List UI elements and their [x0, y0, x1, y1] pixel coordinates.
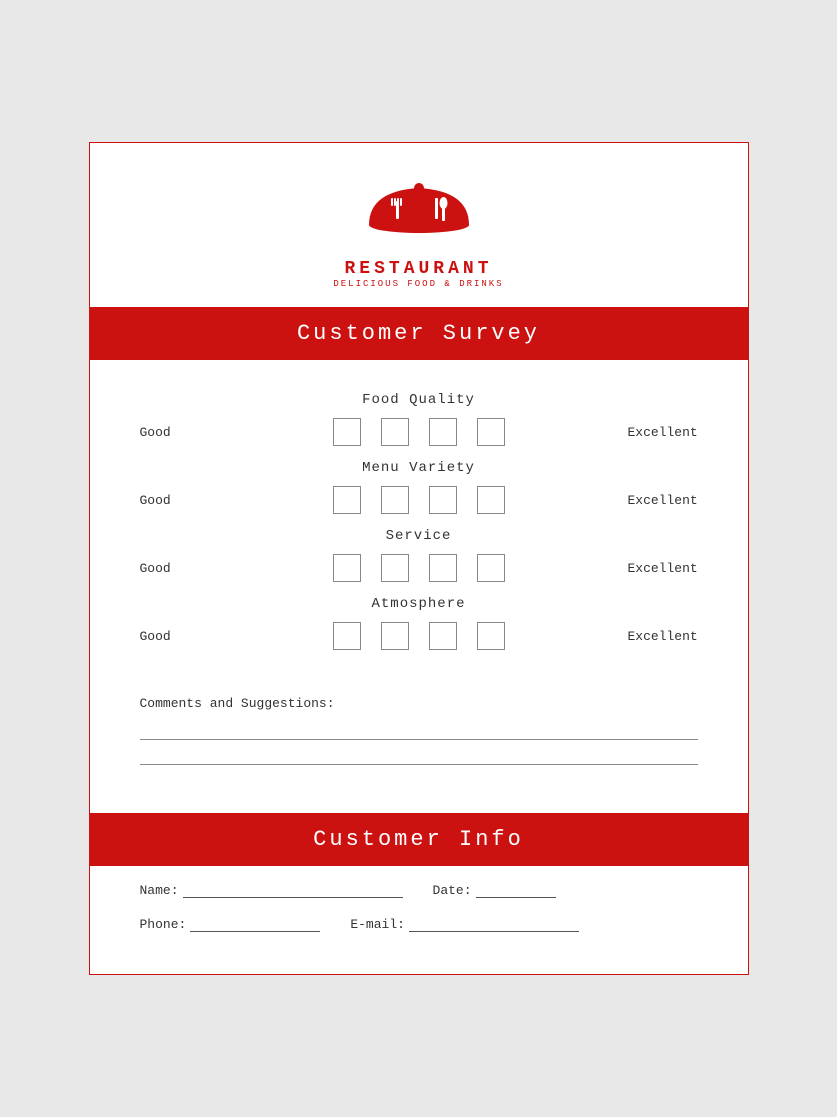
menu-variety-cb-1[interactable]: [333, 486, 361, 514]
menu-variety-label: Menu Variety: [140, 460, 698, 476]
menu-variety-cb-2[interactable]: [381, 486, 409, 514]
info-section: Name: Date: Phone: E-mail:: [90, 866, 748, 974]
food-quality-label: Food Quality: [140, 392, 698, 408]
menu-variety-row: Good Excellent: [140, 486, 698, 514]
food-quality-cb-3[interactable]: [429, 418, 457, 446]
menu-variety-low: Good: [140, 493, 210, 508]
food-quality-cb-4[interactable]: [477, 418, 505, 446]
name-label: Name:: [140, 883, 179, 898]
service-cb-2[interactable]: [381, 554, 409, 582]
restaurant-tagline: DELICIOUS FOOD & DRINKS: [333, 279, 503, 289]
menu-variety-cb-4[interactable]: [477, 486, 505, 514]
food-quality-low: Good: [140, 425, 210, 440]
food-quality-checkboxes: [333, 418, 505, 446]
atmosphere-row: Good Excellent: [140, 622, 698, 650]
name-date-row: Name: Date:: [140, 882, 698, 898]
service-row: Good Excellent: [140, 554, 698, 582]
survey-banner: Customer Survey: [90, 307, 748, 360]
email-field: E-mail:: [350, 916, 579, 932]
service-checkboxes: [333, 554, 505, 582]
food-quality-cb-1[interactable]: [333, 418, 361, 446]
menu-variety-high: Excellent: [628, 493, 698, 508]
atmosphere-cb-1[interactable]: [333, 622, 361, 650]
phone-input-line[interactable]: [190, 916, 320, 932]
atmosphere-high: Excellent: [628, 629, 698, 644]
restaurant-logo-icon: [354, 173, 484, 253]
logo-area: RESTAURANT DELICIOUS FOOD & DRINKS: [90, 143, 748, 307]
service-cb-1[interactable]: [333, 554, 361, 582]
phone-field: Phone:: [140, 916, 321, 932]
atmosphere-checkboxes: [333, 622, 505, 650]
service-label: Service: [140, 528, 698, 544]
food-quality-cb-2[interactable]: [381, 418, 409, 446]
menu-variety-cb-3[interactable]: [429, 486, 457, 514]
info-banner: Customer Info: [90, 813, 748, 866]
menu-variety-checkboxes: [333, 486, 505, 514]
restaurant-name: RESTAURANT: [344, 259, 492, 279]
atmosphere-cb-3[interactable]: [429, 622, 457, 650]
atmosphere-cb-2[interactable]: [381, 622, 409, 650]
comments-section: Comments and Suggestions:: [90, 686, 748, 813]
comment-line-1: [140, 739, 698, 740]
survey-form: RESTAURANT DELICIOUS FOOD & DRINKS Custo…: [89, 142, 749, 975]
food-quality-row: Good Excellent: [140, 418, 698, 446]
food-quality-high: Excellent: [628, 425, 698, 440]
date-field: Date:: [433, 882, 556, 898]
phone-label: Phone:: [140, 917, 187, 932]
atmosphere-label: Atmosphere: [140, 596, 698, 612]
name-field: Name:: [140, 882, 403, 898]
phone-email-row: Phone: E-mail:: [140, 916, 698, 932]
email-label: E-mail:: [350, 917, 405, 932]
date-input-line[interactable]: [476, 882, 556, 898]
atmosphere-low: Good: [140, 629, 210, 644]
service-cb-4[interactable]: [477, 554, 505, 582]
comments-label: Comments and Suggestions:: [140, 696, 698, 711]
name-input-line[interactable]: [183, 882, 403, 898]
survey-section: Food Quality Good Excellent Menu Variety…: [90, 360, 748, 686]
date-label: Date:: [433, 883, 472, 898]
email-input-line[interactable]: [409, 916, 579, 932]
service-low: Good: [140, 561, 210, 576]
atmosphere-cb-4[interactable]: [477, 622, 505, 650]
service-high: Excellent: [628, 561, 698, 576]
comment-line-2: [140, 764, 698, 765]
service-cb-3[interactable]: [429, 554, 457, 582]
